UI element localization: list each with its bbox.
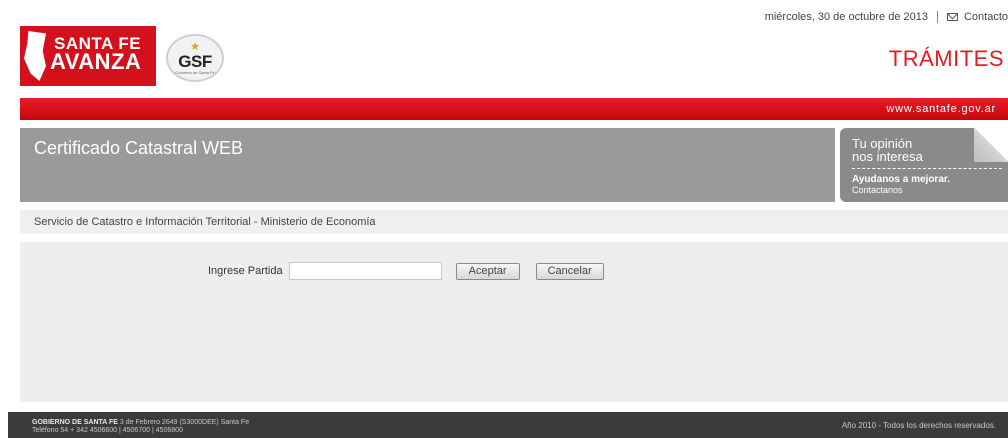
- footer: GOBIERNO DE SANTA FE 3 de Febrero 2649 (…: [8, 412, 1008, 438]
- footer-org: GOBIERNO DE SANTA FE: [32, 419, 118, 426]
- accept-button[interactable]: Aceptar: [455, 262, 520, 280]
- page-frame: miércoles, 30 de octubre de 2013 Contact…: [8, 8, 1008, 438]
- site-url-link[interactable]: www.santafe.gov.ar: [886, 103, 996, 115]
- partida-input[interactable]: [288, 262, 442, 280]
- partida-label: Ingrese Partida: [208, 265, 283, 277]
- footer-phone: Teléfono 54 + 342 4506600 | 4506700 | 45…: [32, 426, 183, 434]
- gsf-logo[interactable]: ★ GSF Gobierno de Santa Fe: [166, 34, 224, 82]
- partida-form: Ingrese Partida Aceptar Cancelar: [208, 262, 604, 280]
- cancel-button[interactable]: Cancelar: [535, 262, 604, 280]
- red-header-bar: www.santafe.gov.ar: [20, 98, 1008, 120]
- santa-fe-avanza-logo[interactable]: SANTA FE AVANZA: [20, 26, 156, 86]
- gsf-logo-text: GSF: [178, 51, 212, 71]
- title-banner: Certificado Catastral WEB: [20, 128, 835, 202]
- feedback-contact-link[interactable]: Contactanos: [852, 186, 903, 195]
- star-icon: ★: [190, 40, 200, 53]
- logo-area[interactable]: SANTA FE AVANZA ★ GSF Gobierno de Santa …: [20, 26, 230, 90]
- top-utility-bar: miércoles, 30 de octubre de 2013 Contact…: [765, 8, 1008, 26]
- section-title: TRÁMITES: [888, 46, 1004, 71]
- mail-icon: [946, 13, 958, 21]
- feedback-cta: Ayudanos a mejorar.: [852, 174, 950, 185]
- page-title: Certificado Catastral WEB: [34, 138, 244, 158]
- page-fold-icon: [974, 128, 1008, 162]
- current-date: miércoles, 30 de octubre de 2013: [764, 11, 928, 23]
- footer-address: 3 de Febrero 2649 (S3000DEE) Santa Fe: [119, 419, 250, 426]
- contact-link[interactable]: Contacto: [964, 11, 1008, 23]
- province-map-icon: [24, 31, 46, 81]
- form-panel: Ingrese Partida Aceptar Cancelar: [20, 242, 1008, 402]
- feedback-box[interactable]: Tu opinión nos interesa Ayudanos a mejor…: [840, 128, 1008, 202]
- logo-line2: AVANZA: [50, 49, 142, 74]
- divider: [936, 11, 938, 23]
- service-description: Servicio de Catastro e Información Terri…: [34, 216, 376, 228]
- service-subheader: Servicio de Catastro e Información Terri…: [20, 210, 1008, 234]
- dashed-divider: [852, 168, 1002, 169]
- gsf-logo-subtext: Gobierno de Santa Fe: [175, 69, 215, 75]
- feedback-line2: nos interesa: [852, 149, 923, 164]
- footer-copyright: Año 2010 - Todos los derechos reservados…: [841, 421, 996, 430]
- footer-contact-info: GOBIERNO DE SANTA FE 3 de Febrero 2649 (…: [32, 419, 249, 434]
